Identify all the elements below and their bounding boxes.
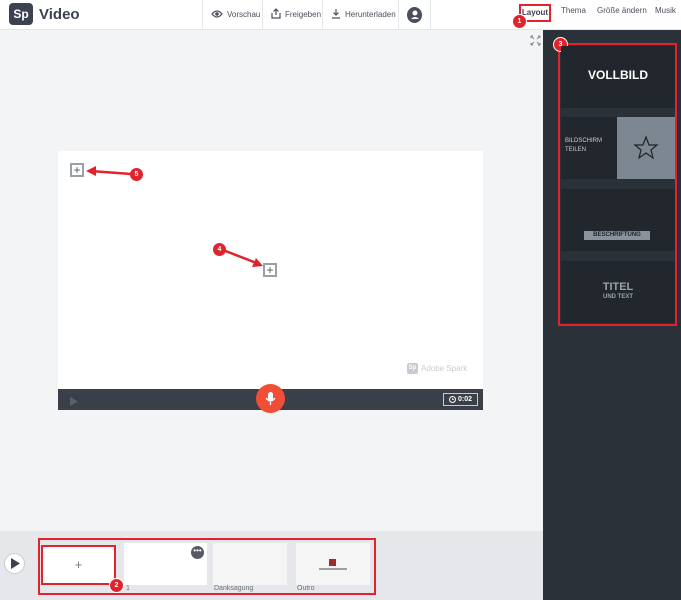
slide-label-1: 1 [126, 585, 130, 592]
more-options-icon[interactable]: ••• [191, 546, 204, 559]
slide-thumbnail-1[interactable]: ••• [124, 543, 207, 585]
play-icon[interactable] [69, 394, 79, 412]
slide-thumbnail-danksagung[interactable] [213, 543, 287, 585]
microphone-icon [265, 392, 276, 405]
watermark-label: Adobe Spark [421, 364, 468, 373]
add-slide-button[interactable]: + [41, 545, 116, 585]
duration-label: 0:02 [457, 396, 472, 403]
spark-logo-icon: Sp [407, 363, 418, 374]
watermark: Sp Adobe Spark [407, 363, 467, 374]
annotation-badge-2: 2 [109, 578, 124, 593]
clock-icon [448, 396, 456, 403]
play-all-button[interactable] [4, 553, 25, 574]
outro-logo [329, 559, 336, 566]
duration-badge[interactable]: 0:02 [443, 393, 478, 406]
play-icon [11, 558, 20, 569]
annotation-arrows [86, 166, 263, 267]
slide-label-outro: Outro [297, 585, 315, 592]
slide-label-danksagung: Danksagung [214, 585, 254, 592]
record-voice-button[interactable] [256, 384, 285, 413]
slide-thumbnail-outro[interactable] [296, 543, 370, 585]
outro-text-line [319, 568, 347, 570]
